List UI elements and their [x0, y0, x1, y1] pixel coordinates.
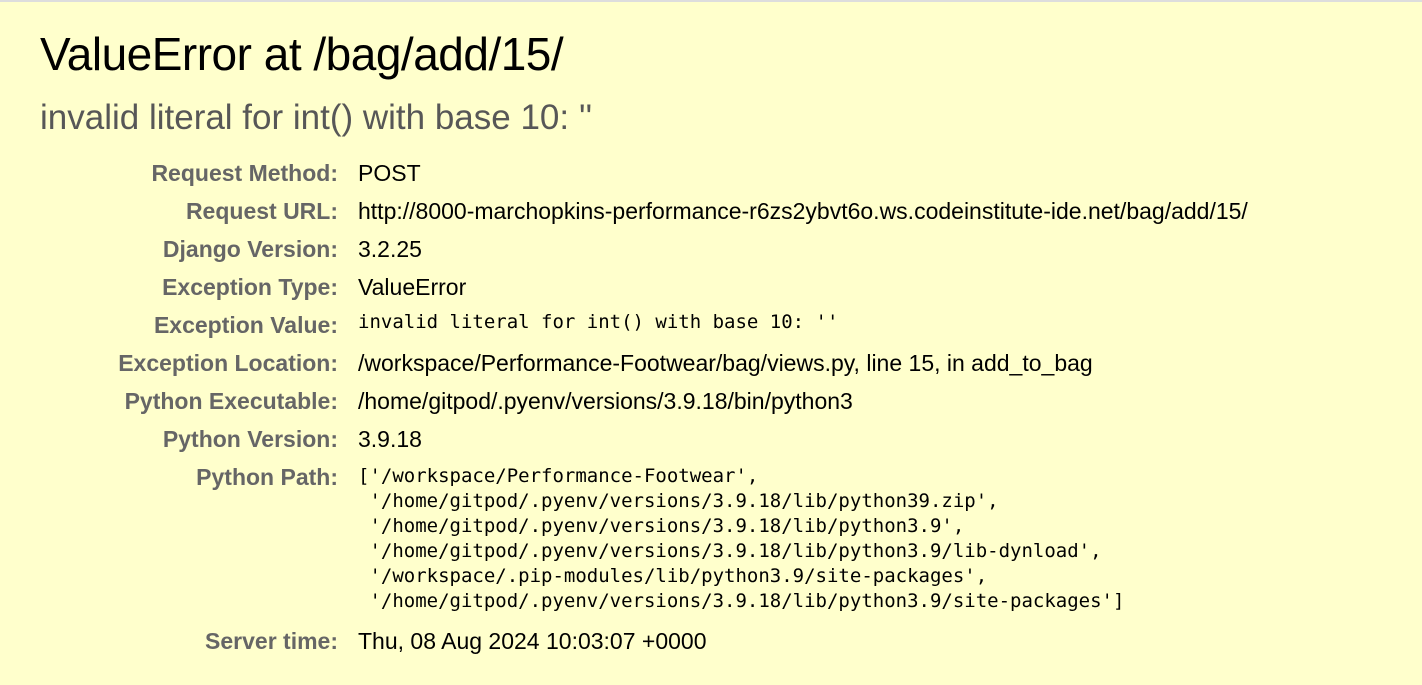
- meta-value: /home/gitpod/.pyenv/versions/3.9.18/bin/…: [358, 388, 853, 414]
- meta-row-python-version: Python Version: 3.9.18: [40, 420, 1248, 458]
- meta-label: Python Version:: [162, 426, 338, 452]
- error-summary: ValueError at /bag/add/15/ invalid liter…: [0, 2, 1422, 660]
- meta-label: Server time:: [205, 628, 338, 654]
- meta-label: Python Executable:: [124, 388, 338, 414]
- python-path-pre: ['/workspace/Performance-Footwear', '/ho…: [358, 465, 1125, 612]
- exception-value-heading: invalid literal for int() with base 10: …: [40, 96, 1382, 140]
- meta-row-request-url: Request URL: http://8000-marchopkins-per…: [40, 192, 1248, 230]
- meta-value: ['/workspace/Performance-Footwear', '/ho…: [358, 458, 1248, 622]
- exception-value-text: invalid literal for int() with base 10: …: [40, 98, 593, 137]
- request-meta-table: Request Method: POST Request URL: http:/…: [40, 154, 1248, 660]
- meta-row-request-method: Request Method: POST: [40, 154, 1248, 192]
- meta-row-python-path: Python Path: ['/workspace/Performance-Fo…: [40, 458, 1248, 622]
- meta-row-server-time: Server time: Thu, 08 Aug 2024 10:03:07 +…: [40, 622, 1248, 660]
- meta-label: Exception Location:: [118, 350, 338, 376]
- meta-row-exception-type: Exception Type: ValueError: [40, 268, 1248, 306]
- meta-value: http://8000-marchopkins-performance-r6zs…: [358, 198, 1248, 224]
- meta-label: Request Method:: [151, 160, 338, 186]
- meta-value: invalid literal for int() with base 10: …: [358, 306, 1248, 344]
- meta-label: Python Path:: [196, 464, 338, 490]
- meta-row-exception-location: Exception Location: /workspace/Performan…: [40, 344, 1248, 382]
- meta-label: Exception Value:: [153, 312, 338, 338]
- meta-value: ValueError: [358, 274, 467, 300]
- page-title: ValueError at /bag/add/15/: [40, 28, 564, 80]
- meta-label: Exception Type:: [162, 274, 338, 300]
- meta-value: POST: [358, 160, 421, 186]
- exception-value-pre: invalid literal for int() with base 10: …: [358, 311, 839, 333]
- meta-value: 3.9.18: [358, 426, 422, 452]
- meta-label: Django Version:: [162, 236, 338, 262]
- meta-value: 3.2.25: [358, 236, 422, 262]
- meta-row-exception-value: Exception Value: invalid literal for int…: [40, 306, 1248, 344]
- meta-value: /workspace/Performance-Footwear/bag/view…: [358, 350, 1093, 376]
- meta-label: Request URL:: [185, 198, 338, 224]
- meta-value: Thu, 08 Aug 2024 10:03:07 +0000: [358, 628, 707, 654]
- meta-row-python-executable: Python Executable: /home/gitpod/.pyenv/v…: [40, 382, 1248, 420]
- meta-row-django-version: Django Version: 3.2.25: [40, 230, 1248, 268]
